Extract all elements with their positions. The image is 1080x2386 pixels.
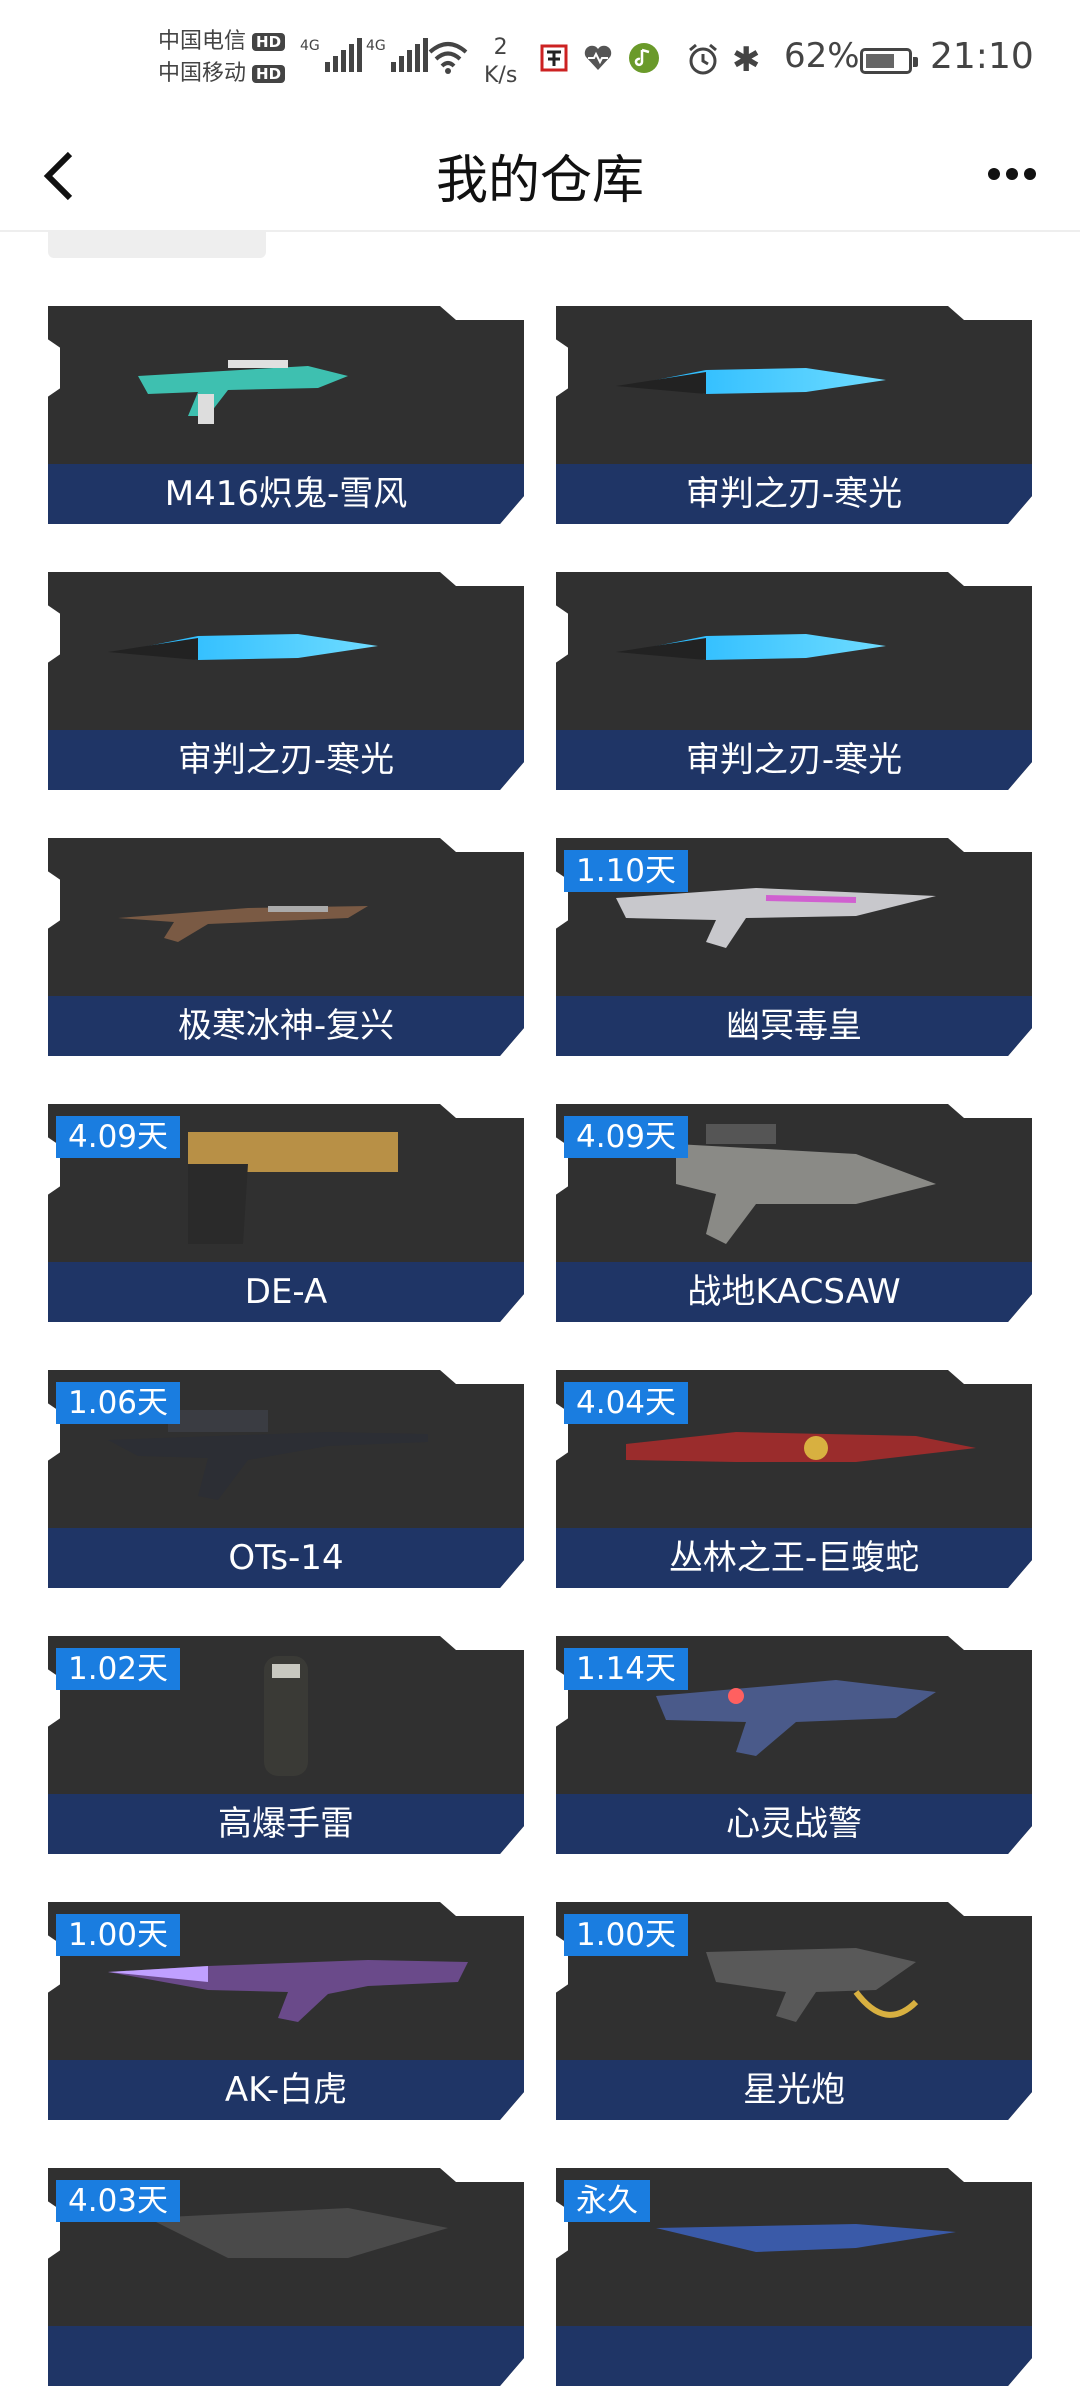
network-speed: 2 K/s bbox=[484, 35, 518, 88]
item-name: 极寒冰神-复兴 bbox=[48, 996, 524, 1056]
clock: 21:10 bbox=[930, 36, 1034, 77]
item-name: DE-A bbox=[48, 1262, 524, 1322]
duration-badge: 1.14天 bbox=[564, 1648, 689, 1690]
warehouse-item-card[interactable]: 1.02天高爆手雷 bbox=[48, 1636, 524, 1854]
carrier-2: 中国移动 bbox=[158, 61, 247, 86]
warehouse-item-card[interactable]: 1.06天 OTs-14 bbox=[48, 1370, 524, 1588]
duration-badge: 1.10天 bbox=[564, 850, 689, 892]
duration-badge: 1.00天 bbox=[56, 1914, 181, 1956]
signal-icon: 4G bbox=[366, 38, 428, 72]
battery-icon bbox=[860, 48, 918, 74]
health-icon bbox=[584, 45, 612, 70]
hd-badge: HD bbox=[252, 65, 286, 83]
more-options-icon[interactable] bbox=[988, 168, 1036, 180]
warehouse-item-card[interactable]: 1.14天心灵战警 bbox=[556, 1636, 1032, 1854]
card-notch bbox=[556, 604, 568, 664]
weapon-image bbox=[138, 360, 348, 424]
weapon-image bbox=[118, 906, 368, 942]
signal-icon: 4G bbox=[300, 38, 362, 72]
duration-badge: 永久 bbox=[564, 2180, 650, 2222]
weapon-image bbox=[616, 634, 886, 660]
item-name: 审判之刃-寒光 bbox=[556, 464, 1032, 524]
item-name: OTs-14 bbox=[48, 1528, 524, 1588]
item-name: 丛林之王-巨蝮蛇 bbox=[556, 1528, 1032, 1588]
bluetooth-icon: ✱ bbox=[732, 40, 761, 80]
carrier-1: 中国电信 bbox=[158, 29, 247, 54]
app-notification-icon bbox=[540, 44, 568, 72]
warehouse-item-card[interactable]: 审判之刃-寒光 bbox=[556, 572, 1032, 790]
item-name: 星光炮 bbox=[556, 2060, 1032, 2120]
warehouse-item-card[interactable]: 4.03天 bbox=[48, 2168, 524, 2386]
duration-badge: 4.09天 bbox=[564, 1116, 689, 1158]
warehouse-item-card[interactable]: 4.09天战地KACSAW bbox=[556, 1104, 1032, 1322]
alarm-icon bbox=[689, 43, 717, 75]
warehouse-item-card[interactable]: 永久 bbox=[556, 2168, 1032, 2386]
warehouse-item-card[interactable]: 审判之刃-寒光 bbox=[48, 572, 524, 790]
item-name: 高爆手雷 bbox=[48, 1794, 524, 1854]
duration-badge: 4.03天 bbox=[56, 2180, 181, 2222]
card-notch bbox=[48, 604, 60, 664]
weapon-image bbox=[616, 368, 886, 394]
music-icon bbox=[629, 43, 659, 73]
warehouse-item-card[interactable]: 1.10天幽冥毒皇 bbox=[556, 838, 1032, 1056]
status-bar: 中国电信 HD 中国移动 HD 4G 4G 2 K/s ✱ 62% 21:10 bbox=[0, 0, 1080, 124]
warehouse-item-card[interactable]: 审判之刃-寒光 bbox=[556, 306, 1032, 524]
item-name: 幽冥毒皇 bbox=[556, 996, 1032, 1056]
warehouse-item-card[interactable]: 4.09天 DE-A bbox=[48, 1104, 524, 1322]
warehouse-item-card[interactable]: 极寒冰神-复兴 bbox=[48, 838, 524, 1056]
item-name: 审判之刃-寒光 bbox=[48, 730, 524, 790]
warehouse-item-card[interactable]: 4.04天丛林之王-巨蝮蛇 bbox=[556, 1370, 1032, 1588]
duration-badge: 4.09天 bbox=[56, 1116, 181, 1158]
card-notch bbox=[556, 338, 568, 398]
card-notch bbox=[48, 338, 60, 398]
warehouse-item-card[interactable]: 1.00天星光炮 bbox=[556, 1902, 1032, 2120]
battery-percent: 62% bbox=[784, 36, 860, 76]
duration-badge: 1.02天 bbox=[56, 1648, 181, 1690]
hd-badge: HD bbox=[252, 33, 286, 51]
card-notch bbox=[48, 870, 60, 930]
warehouse-item-card[interactable]: 1.00天 AK-白虎 bbox=[48, 1902, 524, 2120]
item-name: AK-白虎 bbox=[48, 2060, 524, 2120]
duration-badge: 1.00天 bbox=[564, 1914, 689, 1956]
item-name: 心灵战警 bbox=[556, 1794, 1032, 1854]
duration-badge: 4.04天 bbox=[564, 1382, 689, 1424]
duration-badge: 1.06天 bbox=[56, 1382, 181, 1424]
item-name bbox=[556, 2326, 1032, 2386]
item-name: 战地KACSAW bbox=[556, 1262, 1032, 1322]
nav-bar: 我的仓库 bbox=[0, 124, 1080, 232]
filter-chip[interactable] bbox=[48, 230, 266, 258]
wifi-icon bbox=[428, 42, 468, 74]
page-title: 我的仓库 bbox=[435, 151, 644, 211]
weapon-image bbox=[108, 634, 378, 660]
warehouse-item-card[interactable]: M416炽鬼-雪风 bbox=[48, 306, 524, 524]
item-name: M416炽鬼-雪风 bbox=[48, 464, 524, 524]
item-name bbox=[48, 2326, 524, 2386]
carrier-info: 中国电信 HD 中国移动 HD bbox=[158, 26, 286, 90]
item-name: 审判之刃-寒光 bbox=[556, 730, 1032, 790]
